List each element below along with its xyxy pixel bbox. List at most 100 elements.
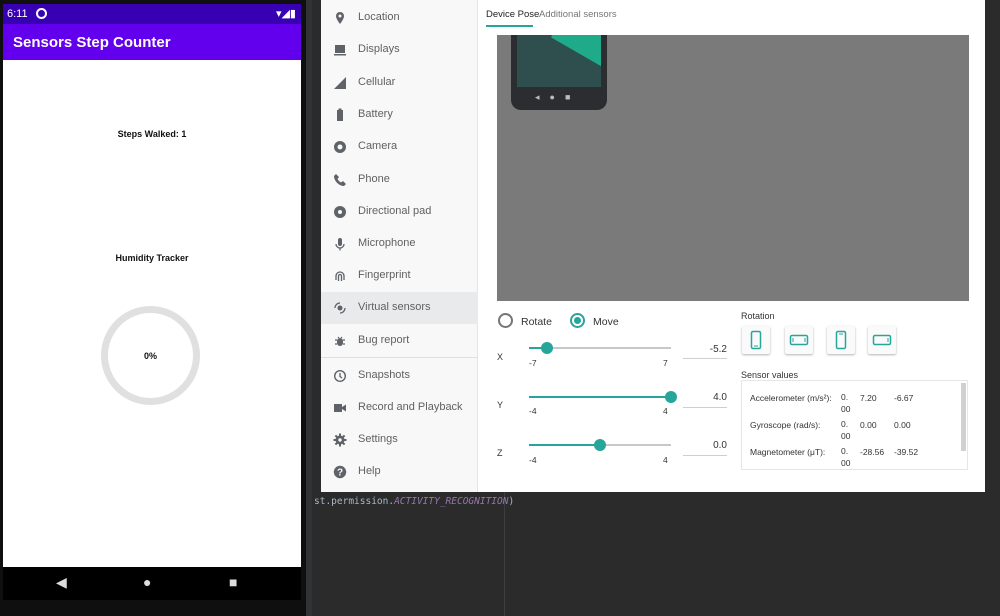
sidebar-item-label: Location xyxy=(358,11,400,23)
rotation-title: Rotation xyxy=(741,311,775,321)
y-value-underline xyxy=(683,407,727,408)
snapshot-history-icon xyxy=(333,369,347,383)
status-bar: 6:11 ▾◢▮ xyxy=(3,4,301,24)
svg-text:?: ? xyxy=(337,468,343,479)
sidebar-item-help[interactable]: ? Help xyxy=(321,456,478,488)
tab-additional-sensors[interactable]: Additional sensors xyxy=(539,9,617,20)
sensor-values-panel: Accelerometer (m/s²): 0. 00 7.20 -6.67 G… xyxy=(741,380,968,470)
virtual-device-screen xyxy=(517,35,601,87)
z-axis-label: Z xyxy=(497,448,503,458)
y-slider[interactable] xyxy=(529,391,677,403)
x-slider-thumb[interactable] xyxy=(541,342,554,354)
y-slider-min: -4 xyxy=(529,406,537,416)
rotate-portrait-button[interactable] xyxy=(742,326,770,354)
sidebar-item-bug-report[interactable]: Bug report xyxy=(321,325,478,357)
editor-gutter xyxy=(306,0,312,616)
code-prefix: st.permission. xyxy=(314,496,395,507)
sidebar-item-label: Help xyxy=(358,465,381,477)
rotate-reverse-landscape-button[interactable] xyxy=(868,326,896,354)
back-button-icon[interactable]: ◀ xyxy=(56,574,67,591)
y-axis-label: Y xyxy=(497,400,504,410)
cellular-signal-icon xyxy=(333,76,347,90)
sensor-value-z: -39.52 xyxy=(894,447,919,457)
recents-button-icon[interactable]: ■ xyxy=(229,574,237,590)
sensor-name: Gyroscope (rad/s): xyxy=(750,420,821,430)
app-content: Steps Walked: 1 Humidity Tracker 0% xyxy=(3,60,301,567)
sidebar-item-camera[interactable]: Camera xyxy=(321,131,478,163)
rotate-reverse-portrait-button[interactable] xyxy=(827,326,855,354)
code-suffix: ) xyxy=(508,496,515,507)
sidebar-item-battery[interactable]: Battery xyxy=(321,99,478,131)
home-button-icon[interactable]: ● xyxy=(143,574,151,590)
device-pose-viewport[interactable]: ◂●■ xyxy=(497,35,969,301)
landscape-phone-icon xyxy=(789,334,809,346)
tab-device-pose[interactable]: Device Pose xyxy=(486,9,539,20)
y-slider-fill xyxy=(529,396,671,398)
sensor-value-y: 0.00 xyxy=(860,420,877,430)
sensor-values-title: Sensor values xyxy=(741,370,799,380)
camera-icon xyxy=(333,140,347,154)
rotate-landscape-button[interactable] xyxy=(785,326,813,354)
x-value-underline xyxy=(683,358,727,359)
extended-controls-sidebar: Location Displays Cellular Battery Camer… xyxy=(321,0,478,492)
sidebar-item-directional-pad[interactable]: Directional pad xyxy=(321,196,478,228)
extended-controls-window: Location Displays Cellular Battery Camer… xyxy=(321,0,985,492)
virtual-sensors-icon xyxy=(333,301,347,315)
humidity-tracker-title: Humidity Tracker xyxy=(115,253,189,263)
sidebar-item-displays[interactable]: Displays xyxy=(321,34,478,66)
sidebar-item-cellular[interactable]: Cellular xyxy=(321,67,478,99)
fingerprint-icon xyxy=(333,269,347,283)
sidebar-item-label: Fingerprint xyxy=(358,269,411,281)
sidebar-item-label: Cellular xyxy=(358,76,396,88)
z-slider-thumb[interactable] xyxy=(594,439,606,451)
reverse-portrait-phone-icon xyxy=(835,330,847,350)
sidebar-item-label: Battery xyxy=(358,108,393,120)
sensor-tabs: Device Pose Additional sensors xyxy=(478,0,985,30)
move-label[interactable]: Move xyxy=(593,316,619,328)
y-value[interactable]: 4.0 xyxy=(683,392,727,403)
emulator-phone: 6:11 ▾◢▮ Sensors Step Counter Steps Walk… xyxy=(0,0,306,616)
rotate-label[interactable]: Rotate xyxy=(521,316,552,328)
phone-icon xyxy=(333,173,347,187)
app-bar: Sensors Step Counter xyxy=(3,24,301,60)
z-slider[interactable] xyxy=(529,439,671,451)
notification-icon xyxy=(36,8,47,19)
y-slider-thumb[interactable] xyxy=(665,391,677,403)
code-line[interactable]: st.permission.ACTIVITY_RECOGNITION) xyxy=(314,496,514,507)
sidebar-item-snapshots[interactable]: Snapshots xyxy=(321,360,478,392)
sensor-value-y: 7.20 xyxy=(860,393,877,403)
sidebar-item-microphone[interactable]: Microphone xyxy=(321,228,478,260)
sidebar-item-label: Microphone xyxy=(358,237,416,249)
location-pin-icon xyxy=(333,11,347,25)
wallpaper-accent xyxy=(551,35,601,68)
rotate-radio[interactable] xyxy=(498,313,513,328)
sensor-name: Accelerometer (m/s²): xyxy=(750,393,832,403)
sensor-value-x: 0. 00 xyxy=(841,392,851,414)
move-radio[interactable] xyxy=(570,313,585,328)
sidebar-item-label: Displays xyxy=(358,43,400,55)
humidity-progress-ring: 0% xyxy=(101,306,200,405)
z-value[interactable]: 0.0 xyxy=(683,440,727,451)
sensor-value-x: 0. 00 xyxy=(841,446,851,468)
virtual-device-model[interactable]: ◂●■ xyxy=(511,35,607,110)
sensor-values-scrollbar[interactable] xyxy=(961,383,966,451)
virtual-device-nav-icons: ◂●■ xyxy=(535,92,581,102)
sidebar-item-label: Settings xyxy=(358,433,398,445)
sidebar-item-label: Virtual sensors xyxy=(358,301,431,313)
dpad-icon xyxy=(333,205,347,219)
x-slider[interactable] xyxy=(529,342,671,354)
help-icon: ? xyxy=(333,465,347,479)
portrait-phone-icon xyxy=(750,330,762,350)
sidebar-item-fingerprint[interactable]: Fingerprint xyxy=(321,260,478,292)
sidebar-item-virtual-sensors[interactable]: Virtual sensors xyxy=(321,292,478,324)
sidebar-item-phone[interactable]: Phone xyxy=(321,164,478,196)
sidebar-item-location[interactable]: Location xyxy=(321,2,478,34)
x-slider-max: 7 xyxy=(663,358,668,368)
x-value[interactable]: -5.2 xyxy=(683,344,727,355)
sidebar-item-label: Camera xyxy=(358,140,398,152)
navigation-bar: ◀ ● ■ xyxy=(3,567,301,600)
x-axis-label: X xyxy=(497,352,504,362)
sidebar-item-settings[interactable]: Settings xyxy=(321,424,478,456)
sensor-value-x: 0. 00 xyxy=(841,419,851,441)
sidebar-item-record-and-playback[interactable]: Record and Playback xyxy=(321,392,478,424)
